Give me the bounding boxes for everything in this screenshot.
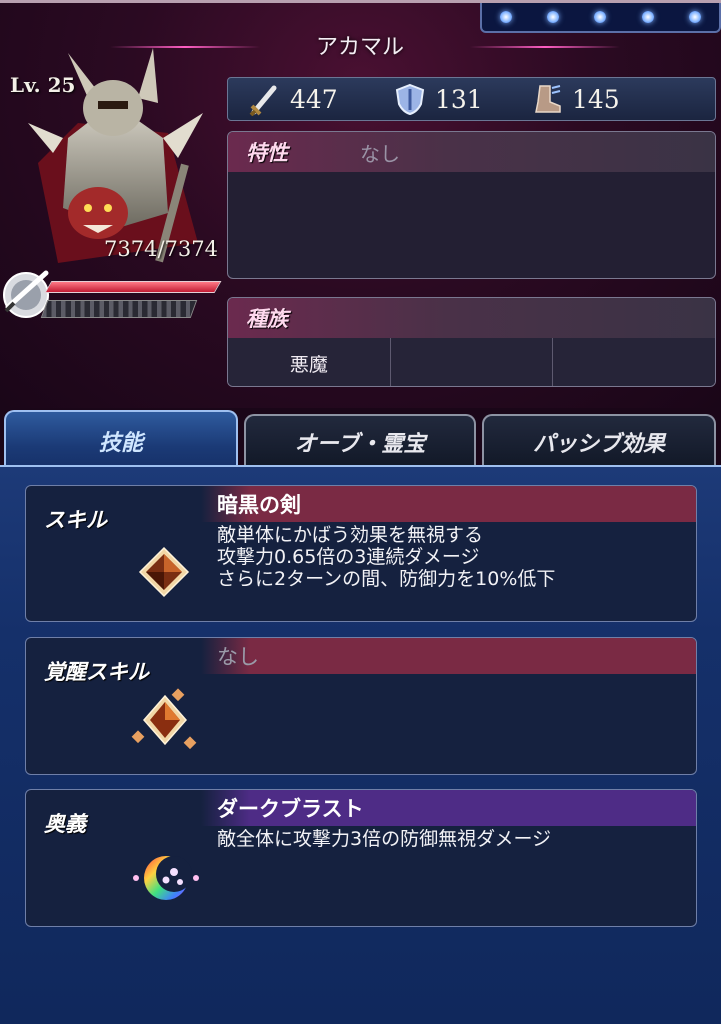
skill-desc-line: 敵単体にかばう効果を無視する bbox=[217, 524, 484, 546]
trait-label: 特性 bbox=[246, 141, 288, 165]
ougi-desc-line: 敵全体に攻撃力3倍の防御無視ダメージ bbox=[217, 828, 552, 850]
character-level: Lv. 25 bbox=[10, 73, 76, 97]
hp-bar bbox=[44, 281, 222, 293]
ougi-label: 奥義 bbox=[44, 812, 86, 836]
awaken-skill-card[interactable]: 覚醒スキル なし bbox=[25, 637, 697, 775]
dark-crystal-icon bbox=[138, 546, 190, 598]
character-panel: アカマル Lv. 25 7374/7374 447 131 145 特性 なし … bbox=[0, 0, 721, 410]
defense-value: 131 bbox=[435, 84, 483, 114]
tab-skills[interactable]: 技能 bbox=[4, 410, 238, 470]
boot-icon bbox=[535, 85, 561, 113]
slot-light-icon bbox=[641, 11, 654, 23]
skill-desc-line: 攻撃力0.65倍の3連続ダメージ bbox=[217, 546, 480, 568]
hp-value: 7374/7374 bbox=[104, 237, 218, 261]
shield-icon bbox=[395, 83, 425, 116]
race-row: 悪魔 bbox=[228, 338, 715, 386]
race-cell bbox=[553, 338, 715, 386]
slot-light-icon bbox=[499, 11, 512, 23]
skill-label: スキル bbox=[44, 508, 107, 532]
hp-bar-fill bbox=[46, 282, 220, 292]
race-label: 種族 bbox=[246, 307, 288, 331]
skill-card[interactable]: スキル 暗黒の剣 敵単体にかばう効果を無視する 攻撃力0.65倍の3連続ダメージ… bbox=[25, 485, 697, 622]
tab-orb-treasure[interactable]: オーブ・霊宝 bbox=[244, 414, 476, 468]
slot-light-icon bbox=[547, 11, 560, 23]
attack-value: 447 bbox=[290, 84, 338, 114]
attack-stat: 447 bbox=[248, 82, 338, 116]
speed-stat: 145 bbox=[530, 82, 620, 116]
tab-bar: 技能 オーブ・霊宝 パッシブ効果 bbox=[0, 408, 721, 470]
slot-light-icon bbox=[594, 11, 607, 23]
awaken-name: なし bbox=[201, 638, 696, 674]
character-name: アカマル bbox=[315, 35, 404, 60]
ougi-card[interactable]: 奥義 ダークブラスト 敵全体に攻撃力3倍の防御無視ダメージ bbox=[25, 789, 697, 927]
special-gauge-bar bbox=[40, 300, 198, 318]
race-cell bbox=[390, 338, 554, 386]
race-header: 種族 bbox=[228, 298, 715, 338]
ougi-name: ダークブラスト bbox=[201, 790, 696, 826]
trait-header: 特性 なし bbox=[228, 132, 715, 172]
skill-description: 敵単体にかばう効果を無視する 攻撃力0.65倍の3連続ダメージ さらに2ターンの… bbox=[217, 524, 555, 590]
trait-box: 特性 なし bbox=[227, 131, 716, 279]
race-box: 種族 悪魔 bbox=[227, 297, 716, 387]
stats-bar: 447 131 145 bbox=[227, 77, 716, 121]
race-cell: 悪魔 bbox=[228, 338, 391, 386]
skill-desc-line: さらに2ターンの間、防御力を10%低下 bbox=[217, 568, 556, 590]
slot-light-icon bbox=[689, 11, 702, 23]
defense-stat: 131 bbox=[393, 82, 483, 116]
rainbow-moon-icon bbox=[133, 856, 199, 900]
tab-passive-effects[interactable]: パッシブ効果 bbox=[482, 414, 716, 468]
sword-icon bbox=[249, 85, 277, 116]
skills-panel: スキル 暗黒の剣 敵単体にかばう効果を無視する 攻撃力0.65倍の3連続ダメージ… bbox=[0, 465, 721, 1024]
awaken-crystal-icon bbox=[131, 688, 197, 750]
trait-value: なし bbox=[360, 141, 400, 166]
speed-value: 145 bbox=[572, 84, 620, 114]
ougi-description: 敵全体に攻撃力3倍の防御無視ダメージ bbox=[217, 828, 551, 850]
skill-name: 暗黒の剣 bbox=[201, 486, 696, 522]
awaken-label: 覚醒スキル bbox=[44, 660, 149, 684]
